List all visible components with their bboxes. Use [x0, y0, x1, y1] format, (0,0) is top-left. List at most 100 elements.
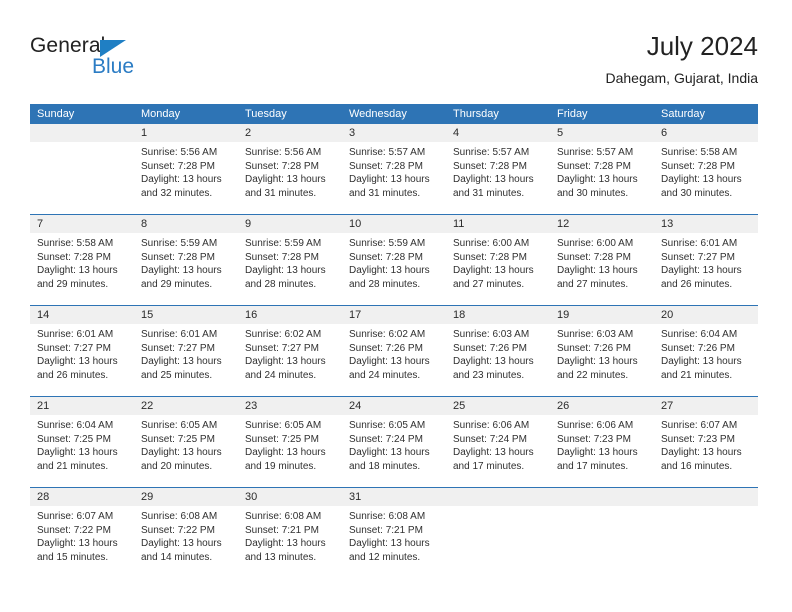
day-number[interactable]: 28 [30, 488, 134, 506]
day-daylight-a-text: Daylight: 13 hours [453, 265, 534, 277]
day-number[interactable]: 15 [134, 306, 238, 324]
day-cell[interactable]: Sunrise: 6:01 AM Sunset: 7:27 PM Daylight:… [654, 233, 758, 305]
day-daylight-b-text: and 12 minutes. [349, 551, 421, 563]
day-number[interactable]: 26 [550, 397, 654, 415]
day-number[interactable]: 13 [654, 215, 758, 233]
day-number[interactable]: 10 [342, 215, 446, 233]
day-cell[interactable]: Sunrise: 6:05 AM Sunset: 7:24 PM Daylight:… [342, 415, 446, 487]
day-number[interactable]: 30 [238, 488, 342, 506]
day-number[interactable]: 21 [30, 397, 134, 415]
day-cell[interactable]: Sunrise: 6:08 AM Sunset: 7:22 PM Daylight:… [134, 506, 238, 578]
day-sunset-text: Sunset: 7:25 PM [245, 433, 319, 445]
day-number[interactable]: 29 [134, 488, 238, 506]
day-number[interactable]: 4 [446, 124, 550, 142]
calendar-grid: Sunday Monday Tuesday Wednesday Thursday Frid… [30, 104, 758, 578]
day-daylight-a-text: Daylight: 13 hours [349, 538, 430, 550]
day-daylight-b-text: and 16 minutes. [661, 460, 733, 472]
day-daylight-a-text: Daylight: 13 hours [557, 174, 638, 186]
day-sunset-text: Sunset: 7:22 PM [37, 524, 111, 536]
day-cell[interactable]: Sunrise: 6:08 AM Sunset: 7:21 PM Daylight:… [238, 506, 342, 578]
day-daylight-b-text: and 30 minutes. [661, 187, 733, 199]
day-cell[interactable]: Sunrise: 5:56 AM Sunset: 7:28 PM Daylight:… [134, 142, 238, 214]
day-number-row: 21 22 23 24 25 26 27 [30, 397, 758, 415]
day-daylight-a-text: Daylight: 13 hours [37, 538, 118, 550]
day-sunrise-text: Sunrise: 5:59 AM [245, 238, 322, 249]
day-cell[interactable]: Sunrise: 5:58 AM Sunset: 7:28 PM Daylight:… [30, 233, 134, 305]
day-cell[interactable]: Sunrise: 6:08 AM Sunset: 7:21 PM Daylight:… [342, 506, 446, 578]
day-number[interactable]: 18 [446, 306, 550, 324]
weekday-header-friday: Friday [557, 108, 588, 120]
day-daylight-a-text: Daylight: 13 hours [453, 356, 534, 368]
day-cell[interactable]: Sunrise: 5:59 AM Sunset: 7:28 PM Daylight:… [342, 233, 446, 305]
day-cell[interactable]: Sunrise: 6:05 AM Sunset: 7:25 PM Daylight:… [238, 415, 342, 487]
day-cell[interactable]: Sunrise: 6:06 AM Sunset: 7:24 PM Daylight:… [446, 415, 550, 487]
day-daylight-b-text: and 18 minutes. [349, 460, 421, 472]
day-cell[interactable]: Sunrise: 6:01 AM Sunset: 7:27 PM Daylight:… [30, 324, 134, 396]
weekday-header-thursday: Thursday [453, 108, 499, 120]
day-sunset-text: Sunset: 7:25 PM [141, 433, 215, 445]
day-number[interactable]: 25 [446, 397, 550, 415]
day-daylight-a-text: Daylight: 13 hours [245, 538, 326, 550]
day-cell[interactable]: Sunrise: 5:57 AM Sunset: 7:28 PM Daylight:… [446, 142, 550, 214]
day-number[interactable]: 12 [550, 215, 654, 233]
day-cell[interactable]: Sunrise: 5:59 AM Sunset: 7:28 PM Daylight:… [238, 233, 342, 305]
day-number[interactable]: 5 [550, 124, 654, 142]
day-sunset-text: Sunset: 7:24 PM [453, 433, 527, 445]
day-daylight-a-text: Daylight: 13 hours [349, 447, 430, 459]
day-cell[interactable]: Sunrise: 5:57 AM Sunset: 7:28 PM Daylight:… [342, 142, 446, 214]
day-cell[interactable]: Sunrise: 6:00 AM Sunset: 7:28 PM Daylight:… [550, 233, 654, 305]
day-cell[interactable]: Sunrise: 6:04 AM Sunset: 7:26 PM Daylight:… [654, 324, 758, 396]
day-cell[interactable]: Sunrise: 6:00 AM Sunset: 7:28 PM Daylight:… [446, 233, 550, 305]
day-number[interactable]: 27 [654, 397, 758, 415]
day-daylight-b-text: and 13 minutes. [245, 551, 317, 563]
day-cell[interactable]: Sunrise: 6:07 AM Sunset: 7:23 PM Daylight:… [654, 415, 758, 487]
day-number[interactable]: 19 [550, 306, 654, 324]
day-cell[interactable]: Sunrise: 5:58 AM Sunset: 7:28 PM Daylight:… [654, 142, 758, 214]
day-cell[interactable]: Sunrise: 6:07 AM Sunset: 7:22 PM Daylight:… [30, 506, 134, 578]
day-number[interactable]: 14 [30, 306, 134, 324]
day-daylight-a-text: Daylight: 13 hours [661, 447, 742, 459]
day-sunrise-text: Sunrise: 6:00 AM [453, 238, 530, 249]
day-cell[interactable]: Sunrise: 5:57 AM Sunset: 7:28 PM Daylight:… [550, 142, 654, 214]
general-blue-logo[interactable]: General Blue [30, 34, 210, 86]
day-cell[interactable]: Sunrise: 6:03 AM Sunset: 7:26 PM Daylight:… [550, 324, 654, 396]
day-number[interactable]: 16 [238, 306, 342, 324]
day-number[interactable]: 11 [446, 215, 550, 233]
day-cell[interactable]: Sunrise: 5:59 AM Sunset: 7:28 PM Daylight:… [134, 233, 238, 305]
day-cell[interactable]: Sunrise: 6:05 AM Sunset: 7:25 PM Daylight:… [134, 415, 238, 487]
day-number[interactable]: 31 [342, 488, 446, 506]
weekday-header-sunday: Sunday [37, 108, 75, 120]
day-number[interactable]: 17 [342, 306, 446, 324]
day-number[interactable]: 9 [238, 215, 342, 233]
day-cell[interactable]: Sunrise: 6:04 AM Sunset: 7:25 PM Daylight:… [30, 415, 134, 487]
day-number[interactable]: 22 [134, 397, 238, 415]
day-sunrise-text: Sunrise: 6:08 AM [349, 511, 426, 522]
day-daylight-a-text: Daylight: 13 hours [557, 447, 638, 459]
day-number[interactable]: 7 [30, 215, 134, 233]
day-cell[interactable]: Sunrise: 6:03 AM Sunset: 7:26 PM Daylight:… [446, 324, 550, 396]
day-daylight-a-text: Daylight: 13 hours [453, 174, 534, 186]
day-daylight-a-text: Daylight: 13 hours [245, 447, 326, 459]
day-number[interactable]: 8 [134, 215, 238, 233]
day-cell[interactable]: Sunrise: 6:06 AM Sunset: 7:23 PM Daylight:… [550, 415, 654, 487]
day-daylight-b-text: and 24 minutes. [245, 369, 317, 381]
day-cell[interactable]: Sunrise: 6:02 AM Sunset: 7:26 PM Daylight:… [342, 324, 446, 396]
day-daylight-b-text: and 30 minutes. [557, 187, 629, 199]
weekday-header-wednesday: Wednesday [349, 108, 407, 120]
day-cell[interactable]: Sunrise: 5:56 AM Sunset: 7:28 PM Daylight:… [238, 142, 342, 214]
day-number[interactable]: 3 [342, 124, 446, 142]
day-number[interactable]: 24 [342, 397, 446, 415]
weekday-header-row: Sunday Monday Tuesday Wednesday Thursday Frid… [30, 104, 758, 124]
day-number[interactable]: 6 [654, 124, 758, 142]
day-number-row: 7 8 9 10 11 12 13 [30, 215, 758, 233]
weekday-header-monday: Monday [141, 108, 181, 120]
day-cell[interactable]: Sunrise: 6:02 AM Sunset: 7:27 PM Daylight:… [238, 324, 342, 396]
day-sunset-text: Sunset: 7:23 PM [661, 433, 735, 445]
day-number[interactable]: 2 [238, 124, 342, 142]
day-number[interactable]: 1 [134, 124, 238, 142]
day-cell[interactable]: Sunrise: 6:01 AM Sunset: 7:27 PM Daylight:… [134, 324, 238, 396]
day-daylight-a-text: Daylight: 13 hours [245, 174, 326, 186]
day-number[interactable]: 23 [238, 397, 342, 415]
day-daylight-b-text: and 32 minutes. [141, 187, 213, 199]
day-number[interactable]: 20 [654, 306, 758, 324]
